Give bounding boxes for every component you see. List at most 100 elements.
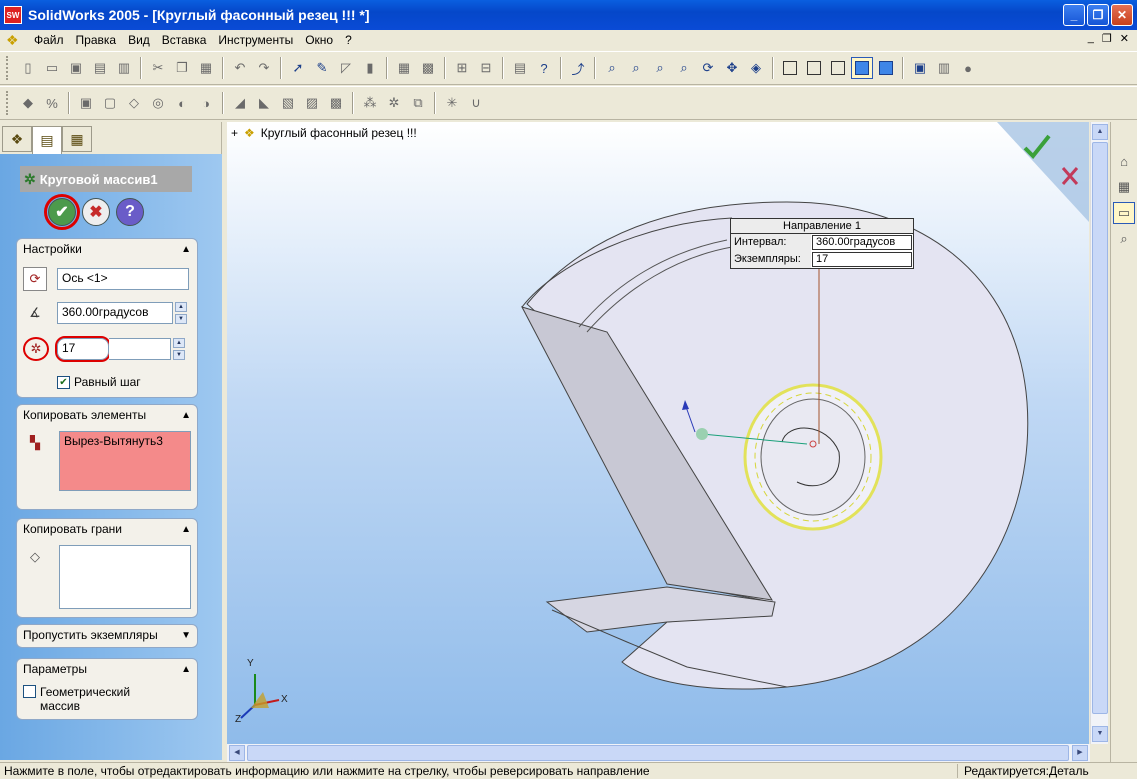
axis-field[interactable]: Ось <1> [57, 268, 189, 290]
solidworks-resources-icon[interactable]: ⌂ [1113, 150, 1135, 172]
scroll-down-button[interactable]: ▼ [1092, 726, 1108, 742]
rotate-view-icon[interactable]: ⟳ [697, 57, 719, 79]
circular-pattern-icon[interactable]: ✲ [383, 92, 405, 114]
vertical-scrollbar[interactable]: ▲ ▼ [1090, 122, 1108, 744]
wireframe-icon[interactable] [779, 57, 801, 79]
cancel-button[interactable]: ✖ [82, 198, 110, 226]
print-preview-icon[interactable]: ▥ [113, 57, 135, 79]
save-icon[interactable]: ▣ [65, 57, 87, 79]
copy-faces-header[interactable]: Копировать грани ▲ [17, 519, 197, 539]
print-icon[interactable]: ▤ [89, 57, 111, 79]
zoom-selection-icon[interactable]: ⌕ [673, 57, 695, 79]
property-manager-tab[interactable]: ▤ [32, 126, 62, 154]
sketch-icon[interactable]: ✎ [311, 57, 333, 79]
linear-pattern-icon[interactable]: ⁂ [359, 92, 381, 114]
zoom-to-fit-icon[interactable]: ⌕ [601, 57, 623, 79]
configuration-manager-tab[interactable]: ▦ [62, 126, 92, 152]
measure-icon[interactable]: ⊞ [451, 57, 473, 79]
paste-icon[interactable]: ▦ [195, 57, 217, 79]
sweep-icon[interactable]: ◇ [123, 92, 145, 114]
shaded-with-edges-icon[interactable] [851, 57, 873, 79]
restore-button[interactable]: ❐ [1087, 4, 1109, 26]
hub-inner[interactable] [760, 398, 866, 516]
redo-icon[interactable]: ↷ [253, 57, 275, 79]
cut-icon[interactable]: ✂ [147, 57, 169, 79]
shell-icon[interactable]: ▨ [301, 92, 323, 114]
geometry-pattern-checkbox[interactable] [23, 685, 36, 698]
callout-interval-value[interactable]: 360.00градусов [812, 235, 912, 250]
angle-spinner[interactable]: ▲ ▼ [175, 302, 187, 324]
new-document-icon[interactable]: ▯ [17, 57, 39, 79]
menu-file[interactable]: Файл [28, 33, 70, 47]
rebuild-icon[interactable]: ▮ [359, 57, 381, 79]
hidden-lines-removed-icon[interactable] [827, 57, 849, 79]
reference-geometry-icon[interactable]: ✳ [441, 92, 463, 114]
draft-icon[interactable]: ▩ [325, 92, 347, 114]
toolbar-grip[interactable] [6, 91, 10, 115]
curves-icon[interactable]: ∪ [465, 92, 487, 114]
menu-tools[interactable]: Инструменты [212, 33, 299, 47]
zoom-in-out-icon[interactable]: ⌕ [649, 57, 671, 79]
menu-window[interactable]: Окно [299, 33, 339, 47]
skip-instances-header[interactable]: Пропустить экземпляры ▼ [17, 625, 197, 645]
smart-dimension-icon[interactable]: ◸ [335, 57, 357, 79]
settings-group-header[interactable]: Настройки ▲ [17, 239, 197, 259]
scroll-right-button[interactable]: ▶ [1072, 745, 1088, 761]
mdi-close-button[interactable]: ✕ [1120, 32, 1129, 45]
file-explorer-icon[interactable]: ▭ [1113, 202, 1135, 224]
section-view-icon[interactable]: ▥ [933, 57, 955, 79]
zoom-area-icon[interactable]: ⌕ [625, 57, 647, 79]
search-icon[interactable]: ⌕ [1113, 228, 1135, 250]
options-header[interactable]: Параметры ▲ [17, 659, 197, 679]
loft-icon[interactable]: ◎ [147, 92, 169, 114]
instances-field[interactable]: 17 [55, 336, 111, 362]
callout-instances-value[interactable]: 17 [812, 252, 912, 267]
help-button[interactable]: ? [116, 198, 144, 226]
open-icon[interactable]: ▭ [41, 57, 63, 79]
reverse-direction-icon[interactable]: ⟳ [23, 267, 47, 291]
instances-spinner[interactable]: ▲ ▼ [173, 338, 185, 360]
help-icon[interactable]: ? [533, 57, 555, 79]
skip-instances-group[interactable]: Пропустить экземпляры ▼ [16, 624, 198, 648]
menu-insert[interactable]: Вставка [156, 33, 213, 47]
grid-icon[interactable]: ▦ [393, 57, 415, 79]
menu-help[interactable]: ? [339, 33, 358, 47]
model-graphics[interactable] [227, 122, 1089, 744]
extrude-icon[interactable]: ▣ [75, 92, 97, 114]
mdi-minimize-button[interactable]: _ [1088, 32, 1094, 45]
cut-revolve-icon[interactable]: ◑ [195, 92, 217, 114]
previous-view-icon[interactable]: ⤴ [567, 57, 589, 79]
revolve-icon[interactable]: ▢ [99, 92, 121, 114]
view-orientation-icon[interactable]: ◈ [745, 57, 767, 79]
toolbar-grip[interactable] [6, 56, 10, 80]
realview-icon[interactable]: ● [957, 57, 979, 79]
select-arrow-icon[interactable]: ➚ [287, 57, 309, 79]
graphics-viewport[interactable]: + ❖ Круглый фасонный резец !!! Y X Z Нап… [227, 122, 1089, 744]
mirror-icon[interactable]: ⧉ [407, 92, 429, 114]
cut-extrude-icon[interactable]: ◐ [171, 92, 193, 114]
shadows-icon[interactable]: ▣ [909, 57, 931, 79]
document-icon[interactable]: ❖ [6, 32, 24, 48]
copy-icon[interactable]: ❐ [171, 57, 193, 79]
fillet-icon[interactable]: ◢ [229, 92, 251, 114]
scroll-up-button[interactable]: ▲ [1092, 124, 1108, 140]
mdi-restore-button[interactable]: ❐ [1102, 32, 1112, 45]
menu-edit[interactable]: Правка [70, 33, 123, 47]
copy-features-header[interactable]: Копировать элементы ▲ [17, 405, 197, 425]
shaded-icon[interactable] [875, 57, 897, 79]
hidden-lines-visible-icon[interactable] [803, 57, 825, 79]
minimize-button[interactable]: _ [1063, 4, 1085, 26]
chamfer-icon[interactable]: ◣ [253, 92, 275, 114]
extruded-boss-icon[interactable]: ◆ [17, 92, 39, 114]
fillet-dropdown-icon[interactable]: % [41, 92, 63, 114]
rib-icon[interactable]: ▧ [277, 92, 299, 114]
close-button[interactable]: ✕ [1111, 4, 1133, 26]
ok-button[interactable]: ✔ [44, 194, 80, 230]
solidworks-app-icon[interactable]: SW [4, 6, 22, 24]
direction-callout[interactable]: Направление 1 Интервал: 360.00градусов Э… [730, 218, 914, 269]
feature-tree-tab[interactable]: ❖ [2, 126, 32, 152]
menu-view[interactable]: Вид [122, 33, 156, 47]
vertical-scroll-thumb[interactable] [1092, 142, 1108, 714]
equal-spacing-checkbox[interactable]: ✔ [57, 375, 70, 389]
horizontal-scroll-thumb[interactable] [247, 745, 1069, 761]
